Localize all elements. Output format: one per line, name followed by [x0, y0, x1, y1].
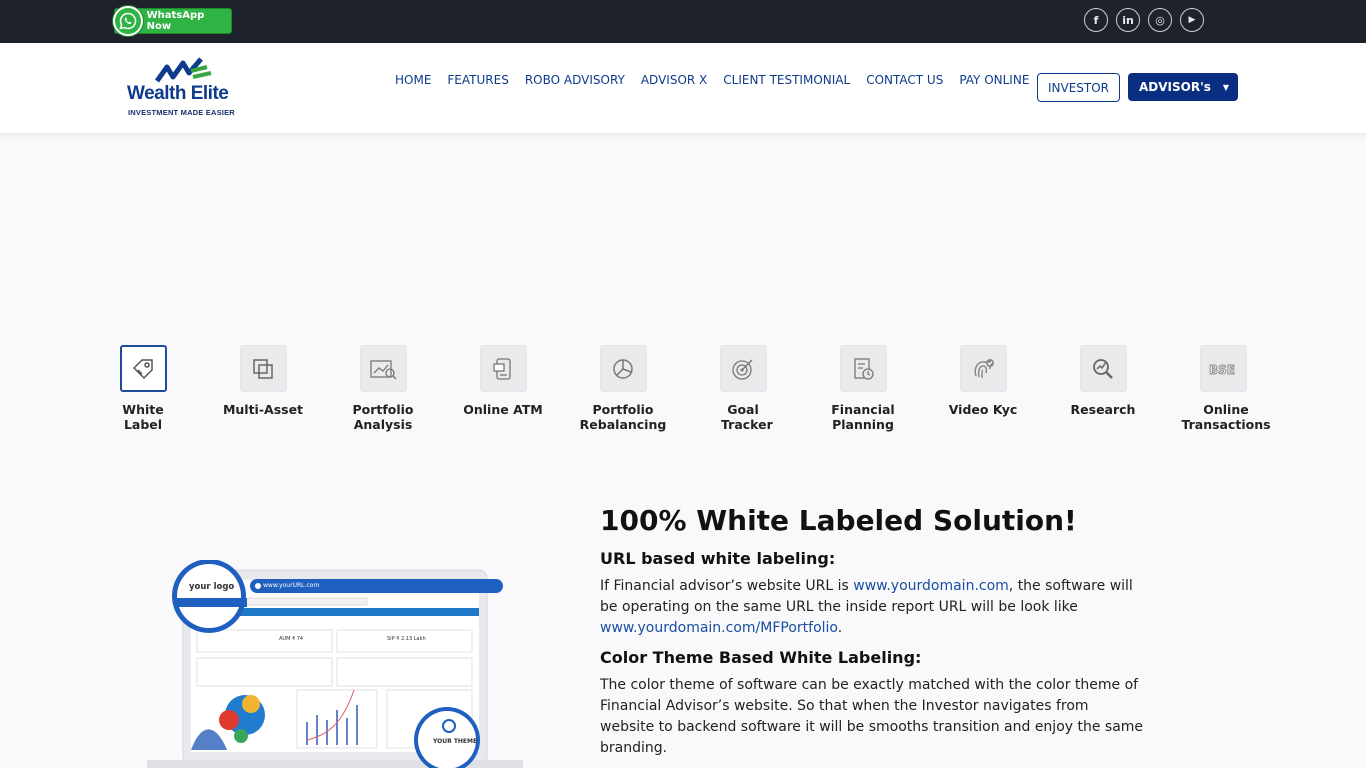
logo-tagline: INVESTMENT MADE EASIER: [128, 108, 235, 117]
social-links: f in ◎ ▶: [1084, 8, 1204, 32]
logo-name: Wealth Elite: [127, 83, 229, 104]
your-logo-text: your logo: [189, 582, 235, 592]
color-theme-heading: Color Theme Based White Labeling:: [600, 648, 922, 667]
nav-contact-us[interactable]: CONTACT US: [866, 73, 943, 87]
video-kyc-icon: [959, 345, 1007, 392]
wealth-elite-logo[interactable]: Wealth Elite INVESTMENT MADE EASIER: [127, 57, 247, 119]
whatsapp-button[interactable]: WhatsApp Now: [113, 6, 232, 36]
url-text: www.yourURL.com: [263, 582, 320, 589]
white-label-section: 100% White Labeled Solution! URL based w…: [600, 505, 1145, 759]
feature-online-transactions[interactable]: BSE Online Transactions: [1163, 345, 1283, 432]
feature-label: White Label: [122, 402, 164, 432]
facebook-icon[interactable]: f: [1084, 8, 1108, 32]
online-atm-icon: [479, 345, 527, 392]
financial-planning-icon: [839, 345, 887, 392]
nav-home[interactable]: HOME: [395, 73, 431, 87]
paragraph-text: .: [837, 620, 843, 636]
portfolio-analysis-icon: [359, 345, 407, 392]
instagram-icon[interactable]: ◎: [1148, 8, 1172, 32]
url-labeling-paragraph: If Financial advisor’s website URL is ww…: [600, 576, 1145, 639]
feature-online-atm[interactable]: Online ATM: [443, 345, 563, 417]
feature-label: Portfolio Rebalancing: [579, 402, 667, 432]
feature-label: Online ATM: [463, 402, 543, 417]
color-theme-paragraph: The color theme of software can be exact…: [600, 677, 1144, 756]
nav-advisor-x[interactable]: ADVISOR X: [641, 73, 707, 87]
whatsapp-label: WhatsApp Now: [146, 10, 205, 32]
feature-video-kyc[interactable]: Video Kyc: [923, 345, 1043, 417]
main-nav: HOME FEATURES ROBO ADVISORY ADVISOR X CL…: [395, 73, 1045, 87]
paragraph-text: If Financial advisor’s website URL is: [600, 578, 854, 594]
section-title: 100% White Labeled Solution!: [600, 504, 1077, 537]
nav-client-testimonial[interactable]: CLIENT TESTIMONIAL: [723, 73, 850, 87]
domain-link[interactable]: www.yourdomain.com: [853, 578, 1009, 594]
feature-portfolio-analysis[interactable]: Portfolio Analysis: [323, 345, 443, 432]
your-theme-text: YOUR THEME: [433, 738, 478, 745]
feature-portfolio-rebalancing[interactable]: Portfolio Rebalancing: [563, 345, 683, 432]
feature-label: Multi-Asset: [222, 402, 304, 417]
sip-text: SIP ₹ 2.13 Lakh: [387, 636, 426, 642]
feature-multi-asset[interactable]: Multi-Asset: [203, 345, 323, 417]
feature-white-label[interactable]: White Label: [83, 345, 203, 432]
portfolio-rebalancing-icon: [599, 345, 647, 392]
feature-research[interactable]: Research: [1043, 345, 1163, 417]
investor-button[interactable]: INVESTOR: [1037, 73, 1120, 102]
svg-text:BSE: BSE: [1209, 363, 1235, 377]
aum-text: AUM ₹ 74: [279, 636, 304, 642]
feature-label: Online Transactions: [1181, 402, 1271, 432]
feature-label: Financial Planning: [831, 402, 895, 432]
site-header: Wealth Elite INVESTMENT MADE EASIER HOME…: [0, 43, 1366, 133]
portfolio-url-link[interactable]: www.yourdomain.com/MFPortfolio: [600, 620, 838, 636]
feature-financial-planning[interactable]: Financial Planning: [803, 345, 923, 432]
feature-label: Research: [1070, 402, 1136, 417]
chevron-down-icon: ▼: [1222, 82, 1230, 92]
advisor-label: ADVISOR's: [1139, 80, 1211, 94]
nav-pay-online[interactable]: PAY ONLINE: [959, 73, 1029, 87]
feature-label: Goal Tracker: [721, 402, 773, 432]
feature-label: Video Kyc: [948, 402, 1018, 417]
linkedin-icon[interactable]: in: [1116, 8, 1140, 32]
white-label-illustration: your logo www.yourURL.com AUM ₹ 74 SIP ₹…: [147, 559, 527, 768]
nav-robo-advisory[interactable]: ROBO ADVISORY: [525, 73, 625, 87]
research-icon: [1079, 345, 1127, 392]
url-labeling-heading: URL based white labeling:: [600, 549, 836, 568]
nav-features[interactable]: FEATURES: [447, 73, 508, 87]
youtube-icon[interactable]: ▶: [1180, 8, 1204, 32]
goal-tracker-icon: [719, 345, 767, 392]
bse-icon: BSE: [1199, 345, 1247, 392]
whatsapp-icon: [113, 6, 143, 36]
top-bar: WhatsApp Now f in ◎ ▶: [0, 0, 1366, 43]
white-label-icon: [119, 345, 167, 392]
multi-asset-icon: [239, 345, 287, 392]
feature-label: Portfolio Analysis: [352, 402, 414, 432]
advisor-dropdown-button[interactable]: ADVISOR's ▼: [1128, 73, 1238, 101]
feature-goal-tracker[interactable]: Goal Tracker: [683, 345, 803, 432]
